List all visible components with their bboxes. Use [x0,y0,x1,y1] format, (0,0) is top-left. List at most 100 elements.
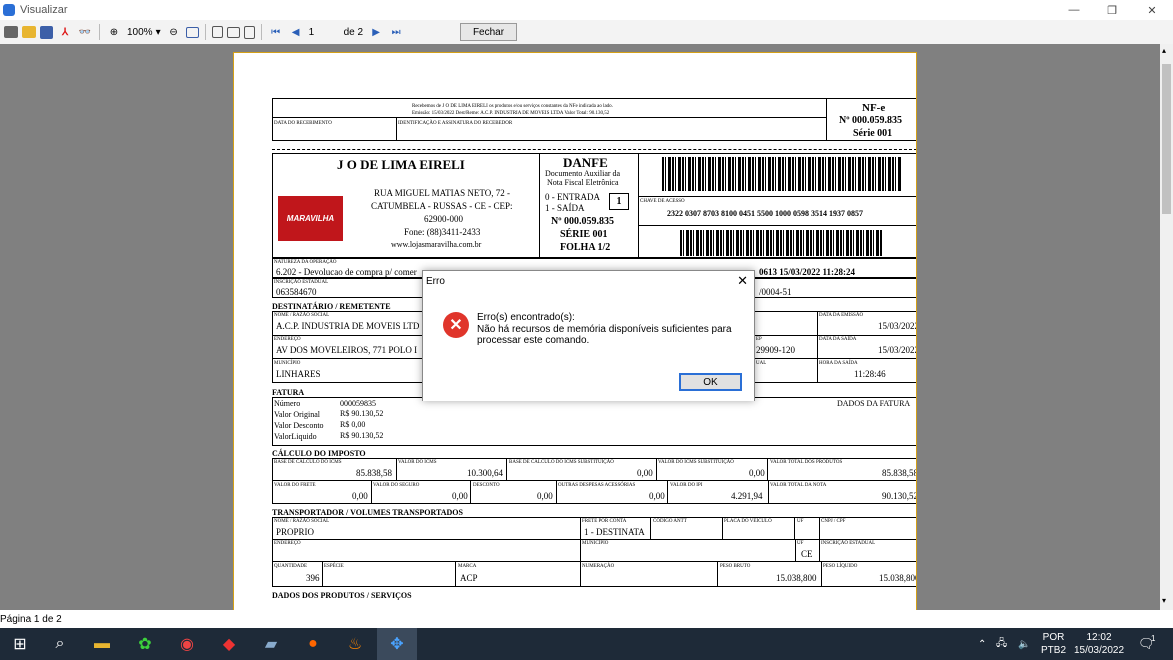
prev-page-icon[interactable]: ◀ [288,24,304,40]
anydesk-icon[interactable]: ◆ [209,628,249,660]
imposto-value: 0,00 [537,491,553,501]
transp-uf: CE [801,549,813,559]
app-icon [3,4,15,16]
page-setup-icon[interactable] [243,25,255,39]
natureza-value: 6.202 - Devolucao de compra p/ comer [276,267,417,277]
company-address: RUA MIGUEL MATIAS NETO, 72 - [374,188,510,198]
two-page-icon[interactable] [226,26,240,38]
danfe-subtitle: Documento Auxiliar da [545,169,621,178]
last-page-icon[interactable]: ⏭ [388,24,404,40]
language-indicator[interactable]: POR PTB2 [1041,628,1066,660]
page-number-input[interactable]: 1 [309,27,337,38]
fatura-original: R$ 90.130,52 [340,409,384,418]
visualizar-app-icon[interactable]: ✥ [377,628,417,660]
field-label: HORA DA SAÍDA [819,361,858,366]
network-icon[interactable]: 🖧 [996,628,1007,660]
scrollbar-thumb[interactable] [1162,64,1171,214]
toolbar-separator [99,24,100,40]
fatura-desconto: R$ 0,00 [340,420,366,429]
zoom-dropdown-icon[interactable]: ▾ [156,27,161,38]
imposto-value: 4.291,94 [731,491,763,501]
ie-value: 063584670 [276,287,317,297]
single-page-icon[interactable] [211,26,223,38]
zoom-in-icon[interactable]: ⊕ [106,24,122,40]
fechar-button[interactable]: Fechar [460,23,517,41]
field-label: CNPJ / CPF [821,519,846,524]
field-label: DATA DA EMISSÃO [819,313,864,318]
clock-date: 15/03/2022 [1073,645,1125,656]
first-page-icon[interactable]: ⏮ [268,24,284,40]
search-icon[interactable]: ⌕ [40,628,80,660]
field-label: PESO BRUTO [720,564,751,569]
field-label: NOME / RAZÃO SOCIAL [274,313,330,318]
receipt-col-divider [396,118,397,141]
field-label: VALOR DO FRETE [274,483,316,488]
scroll-down-icon[interactable]: ▾ [1162,596,1166,605]
close-window-button[interactable]: ✕ [1135,0,1169,20]
company-logo: MARAVILHA [278,196,343,241]
imposto-value: 0,00 [637,468,653,478]
notepad-icon[interactable]: ▰ [251,628,291,660]
company-address: 62900-000 [424,214,463,224]
language-code: POR [1042,632,1065,643]
field-label: ENDEREÇO [274,541,301,546]
barcode [662,157,902,191]
volume-icon[interactable]: 🔈 [1018,628,1030,660]
page-count: de 2 [343,26,364,38]
field-label: DESCONTO [473,483,500,488]
field-label: UAL [756,361,767,366]
pdf-export-icon[interactable]: ⅄ [57,24,73,40]
zoom-level[interactable]: 100% [127,27,153,38]
dialog-message-line: processar este comando. [477,335,590,346]
taskbar: ⊞ ⌕ ▬ ✿ ◉ ◆ ▰ ● ♨ ✥ ⌃ 🖧 🔈 POR PTB2 12:02… [0,628,1173,660]
page-view-icon[interactable] [185,26,199,38]
fatura-liquido: R$ 90.130,52 [340,431,384,440]
zoom-out-icon[interactable]: ⊖ [166,24,182,40]
windows-start-icon[interactable]: ⊞ [0,628,40,660]
field-label: CÓDIGO ANTT [653,519,687,524]
field-label: FRETE POR CONTA [582,519,627,524]
save-icon[interactable] [40,25,53,39]
dialog-message-line: Não há recursos de memória disponíveis s… [477,323,732,335]
notification-count: 1 [1151,633,1156,643]
dest-cep: 29909-120 [756,345,795,355]
window-titlebar: Visualizar — ❐ ✕ [0,0,1173,20]
dialog-body: ✕ Erro(s) encontrado(s): Não há recursos… [423,291,754,401]
dialog-close-icon[interactable]: ✕ [737,273,748,289]
clock[interactable]: 12:02 15/03/2022 [1074,628,1124,660]
minimize-button[interactable]: — [1057,0,1091,20]
danfe-entrada: 0 - ENTRADA [545,192,600,202]
company-site: www.lojasmaravilha.com.br [391,240,482,249]
app-clover-icon[interactable]: ✿ [125,628,165,660]
error-icon: ✕ [443,312,469,338]
field-label: PLACA DO VEÍCULO [724,519,772,524]
tray-expand-icon[interactable]: ⌃ [978,628,986,660]
open-folder-icon[interactable] [22,26,36,38]
fatura-label: Valor Original [274,410,320,419]
file-explorer-icon[interactable]: ▬ [82,628,122,660]
firefox-icon[interactable]: ● [293,628,333,660]
print-icon[interactable] [4,26,18,38]
dest-municipio: LINHARES [276,369,321,379]
clock-time: 12:02 [1086,632,1112,643]
find-binoculars-icon[interactable]: 👓 [77,24,93,40]
ok-button[interactable]: OK [679,373,742,391]
maximize-button[interactable]: ❐ [1095,0,1129,20]
next-page-icon[interactable]: ▶ [368,24,384,40]
nfe-serie: Série 001 [853,128,893,139]
chrome-icon[interactable]: ◉ [167,628,207,660]
scroll-up-icon[interactable]: ▴ [1162,46,1166,55]
field-label: INSCRIÇÃO ESTADUAL [274,280,329,285]
transp-peso-bruto: 15.038,800 [776,573,817,583]
field-label: EP [756,337,762,342]
field-label: DATA DA SAÍDA [819,337,857,342]
status-page: Página 1 de 2 [0,613,62,625]
field-label: OUTRAS DESPESAS ACESSÓRIAS [558,483,636,488]
field-label: BASE DE CÁLCULO DO ICMS SUBSTITUIÇÃO [509,460,614,465]
vertical-scrollbar[interactable]: ▴ ▾ [1160,44,1173,610]
receipt-text: Emissão: 15/03/2022 Dest/Reme: A.C.P. IN… [412,111,610,116]
danfe-subtitle: Nota Fiscal Eletrônica [547,178,619,187]
flame-app-icon[interactable]: ♨ [335,628,375,660]
field-label: VALOR TOTAL DA NOTA [770,483,827,488]
field-label: VALOR TOTAL DOS PRODUTOS [770,460,843,465]
